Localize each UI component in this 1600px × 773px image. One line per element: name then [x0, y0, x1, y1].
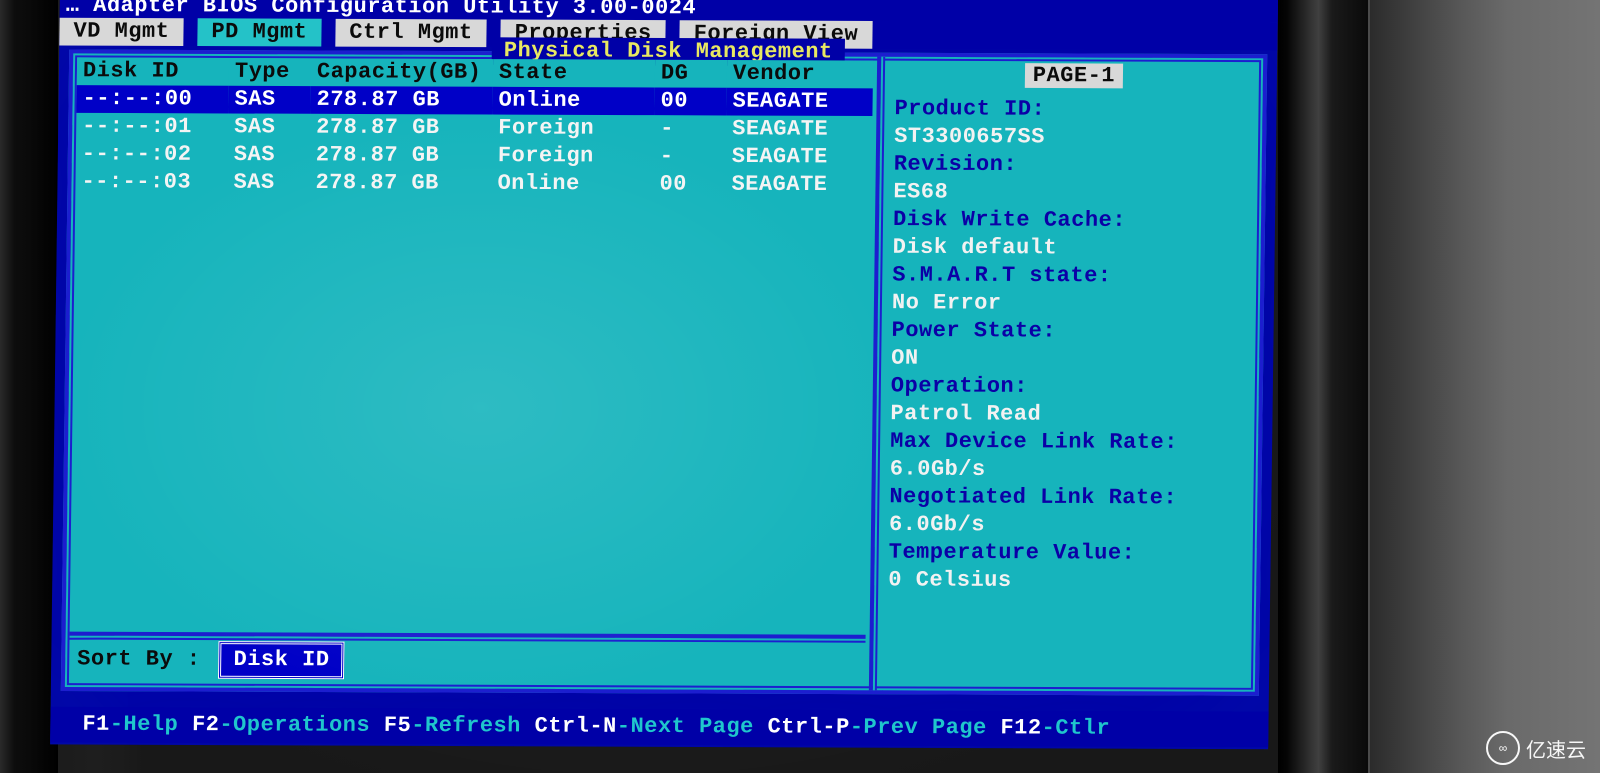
detail-key: Operation: — [891, 373, 1249, 402]
detail-value: ON — [891, 345, 1249, 374]
cell: --:--:00 — [76, 85, 228, 113]
detail-key: Power State: — [891, 317, 1249, 346]
hotkey-desc: -Ctlr — [1041, 716, 1110, 741]
cell: 00 — [654, 87, 726, 115]
cell: Online — [492, 87, 654, 115]
watermark: ∞ 亿速云 — [1486, 731, 1586, 765]
detail-value: ES68 — [893, 178, 1251, 207]
hotkey: F1 — [82, 712, 110, 737]
hotkey-desc: -Next Page — [617, 714, 768, 739]
cell: --:--:03 — [75, 168, 227, 196]
col-state: State — [493, 59, 655, 87]
detail-value: Patrol Read — [890, 400, 1248, 429]
page-tag: PAGE-1 — [1025, 63, 1124, 88]
detail-key: Disk Write Cache: — [893, 206, 1251, 235]
cell: SEAGATE — [725, 171, 871, 199]
hotkey: F5 — [384, 713, 412, 738]
table-row[interactable]: --:--:00SAS278.87 GBOnline00SEAGATE — [76, 85, 872, 116]
cell: Foreign — [492, 115, 654, 143]
sort-label: Sort By : — [77, 646, 201, 674]
col-dg: DG — [655, 60, 727, 88]
cell: - — [654, 115, 726, 143]
detail-key: Negotiated Link Rate: — [889, 483, 1247, 512]
hotkey-desc: -Prev Page — [850, 715, 1001, 740]
detail-value: ST3300657SS — [894, 123, 1252, 152]
detail-value: 0 Celsius — [888, 567, 1246, 596]
cell: --:--:02 — [76, 141, 228, 169]
bios-screen: … Adapter BIOS Configuration Utility 3.0… — [50, 0, 1278, 749]
cell: SEAGATE — [726, 143, 872, 171]
detail-value: Disk default — [893, 234, 1251, 263]
detail-key: S.M.A.R.T state: — [892, 262, 1250, 291]
cell: Online — [491, 170, 653, 198]
cell: 278.87 GB — [310, 142, 492, 170]
tab-ctrl-mgmt[interactable]: Ctrl Mgmt — [335, 19, 487, 47]
detail-fields: Product ID:ST3300657SSRevision:ES68Disk … — [888, 95, 1253, 595]
hotkey: Ctrl-N — [534, 714, 617, 739]
col-vendor: Vendor — [727, 60, 873, 88]
detail-value: 6.0Gb/s — [890, 456, 1248, 485]
hotkey: F2 — [192, 712, 220, 737]
table-row[interactable]: --:--:01SAS278.87 GBForeign-SEAGATE — [76, 113, 872, 144]
hotkey-desc: -Refresh — [411, 713, 535, 738]
hotkey: Ctrl-P — [767, 715, 850, 740]
detail-value: 6.0Gb/s — [889, 511, 1247, 540]
tab-vd-mgmt[interactable]: VD Mgmt — [59, 18, 183, 46]
cell: --:--:01 — [76, 113, 228, 141]
cell: SAS — [227, 169, 309, 197]
hotkey-desc: -Help — [110, 712, 193, 737]
cell: - — [654, 143, 726, 171]
cell: Foreign — [492, 142, 654, 170]
cell: SAS — [228, 141, 310, 169]
col-capacity-gb-: Capacity(GB) — [311, 58, 493, 86]
detail-key: Product ID: — [894, 95, 1252, 124]
main-frame: Physical Disk Management Disk IDTypeCapa… — [61, 49, 1267, 695]
table-row[interactable]: --:--:03SAS278.87 GBOnline00SEAGATE — [75, 168, 871, 199]
cell: SAS — [228, 113, 310, 141]
table-row[interactable]: --:--:02SAS278.87 GBForeign-SEAGATE — [76, 141, 872, 172]
sort-value-box[interactable]: Disk ID — [218, 641, 344, 679]
hotkey: F12 — [1000, 716, 1041, 741]
cell: SEAGATE — [726, 88, 872, 116]
footer-help: F1-Help F2-Operations F5-Refresh Ctrl-N-… — [50, 707, 1268, 748]
detail-key: Temperature Value: — [888, 539, 1246, 568]
cell: 00 — [653, 171, 725, 199]
detail-key: Revision: — [894, 151, 1252, 180]
hotkey-desc: -Operations — [219, 712, 384, 737]
disk-table: Disk IDTypeCapacity(GB)StateDGVendor --:… — [75, 57, 873, 199]
col-type: Type — [229, 58, 311, 86]
cell: SEAGATE — [726, 115, 872, 143]
detail-key: Max Device Link Rate: — [890, 428, 1248, 457]
cell: 278.87 GB — [309, 169, 491, 197]
cell: 278.87 GB — [310, 114, 492, 142]
col-disk-id: Disk ID — [77, 57, 229, 85]
detail-value: No Error — [892, 289, 1250, 318]
sort-bar: Sort By : Disk ID — [69, 632, 866, 687]
cell: 278.87 GB — [310, 86, 492, 114]
detail-pane: PAGE-1 Product ID:ST3300657SSRevision:ES… — [869, 57, 1263, 692]
cell: SAS — [228, 86, 310, 114]
tab-pd-mgmt[interactable]: PD Mgmt — [197, 18, 321, 46]
